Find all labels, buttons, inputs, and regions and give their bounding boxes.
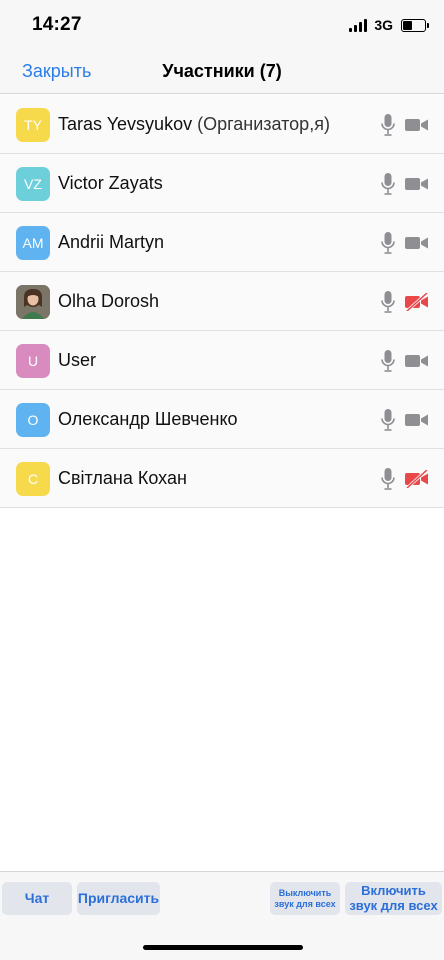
status-indicators: 3G xyxy=(349,17,429,33)
chat-button[interactable]: Чат xyxy=(2,882,72,915)
participant-name-text: User xyxy=(58,350,97,370)
microphone-icon xyxy=(381,113,395,137)
participant-name: Taras Yevsyukov (Организатор,я) xyxy=(58,114,330,135)
signal-icon xyxy=(349,18,368,32)
participant-name: Andrii Martyn xyxy=(58,232,164,253)
participant-name-text: Victor Zayats xyxy=(58,173,163,193)
participant-name-text: Andrii Martyn xyxy=(58,232,165,252)
participant-name-text: Олександр Шевченко xyxy=(58,409,238,429)
avatar: С xyxy=(16,462,50,496)
participant-row[interactable]: O Олександр Шевченко xyxy=(0,390,444,449)
microphone-icon xyxy=(381,231,395,255)
participant-name-text: Olha Dorosh xyxy=(58,291,160,311)
participant-name: User xyxy=(58,350,96,371)
participant-row[interactable]: Olha Dorosh xyxy=(0,272,444,331)
microphone-icon xyxy=(381,290,395,314)
participant-name: Victor Zayats xyxy=(58,173,163,194)
avatar: TY xyxy=(16,108,50,142)
avatar xyxy=(16,285,50,319)
video-camera-icon xyxy=(405,411,429,429)
participant-role: (Организатор,я) xyxy=(192,114,330,134)
bottom-toolbar: Чат Пригласить Выключить звук для всех В… xyxy=(0,871,444,960)
avatar: U xyxy=(16,344,50,378)
video-camera-icon xyxy=(405,175,429,193)
participant-name: Olha Dorosh xyxy=(58,291,159,312)
participant-name-text: Світлана Кохан xyxy=(58,468,187,488)
participant-row[interactable]: С Світлана Кохан xyxy=(0,449,444,508)
video-off-icon xyxy=(405,468,429,490)
page-title: Участники (7) xyxy=(162,61,282,81)
avatar: VZ xyxy=(16,167,50,201)
unmute-all-button[interactable]: Включить звук для всех xyxy=(345,882,442,915)
participant-list: TY Taras Yevsyukov (Организатор,я) VZ Victo… xyxy=(0,95,444,508)
video-camera-icon xyxy=(405,116,429,134)
participant-name-text: Taras Yevsyukov xyxy=(58,114,193,134)
battery-icon xyxy=(401,18,429,32)
microphone-icon xyxy=(381,349,395,373)
microphone-icon xyxy=(381,408,395,432)
participant-name: Олександр Шевченко xyxy=(58,409,238,430)
invite-button[interactable]: Пригласить xyxy=(77,882,160,915)
participant-row[interactable]: VZ Victor Zayats xyxy=(0,154,444,213)
video-camera-icon xyxy=(405,234,429,252)
status-time: 14:27 xyxy=(32,14,82,35)
participant-row[interactable]: TY Taras Yevsyukov (Организатор,я) xyxy=(0,95,444,154)
participant-name: Світлана Кохан xyxy=(58,468,187,489)
microphone-icon xyxy=(381,467,395,491)
avatar: O xyxy=(16,403,50,437)
avatar: AM xyxy=(16,226,50,260)
microphone-icon xyxy=(381,172,395,196)
video-camera-icon xyxy=(405,352,429,370)
home-indicator xyxy=(143,945,303,950)
video-off-icon xyxy=(405,291,429,313)
nav-bar: Закрыть Участники (7) xyxy=(0,48,444,94)
participant-row[interactable]: AM Andrii Martyn xyxy=(0,213,444,272)
mute-all-button[interactable]: Выключить звук для всех xyxy=(270,882,340,915)
status-bar: 14:27 3G xyxy=(0,0,444,48)
participant-row[interactable]: U User xyxy=(0,331,444,390)
network-type: 3G xyxy=(374,17,393,33)
